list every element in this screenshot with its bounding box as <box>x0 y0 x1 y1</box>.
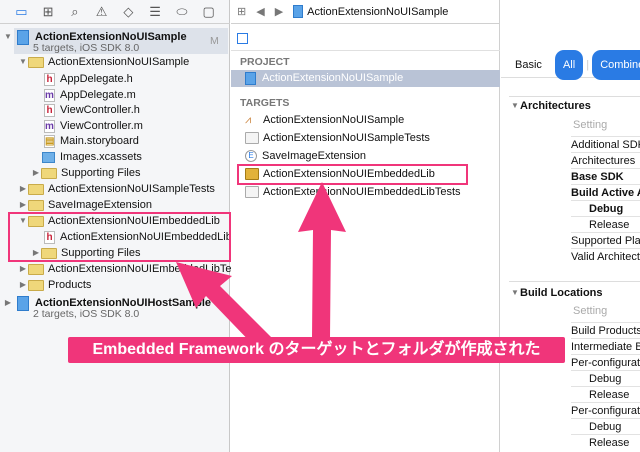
annotation-label: Embedded Framework のターゲットとフォルダが作成された <box>68 337 565 363</box>
arrow-to-target <box>298 182 346 338</box>
annotation-arrows <box>176 182 346 350</box>
